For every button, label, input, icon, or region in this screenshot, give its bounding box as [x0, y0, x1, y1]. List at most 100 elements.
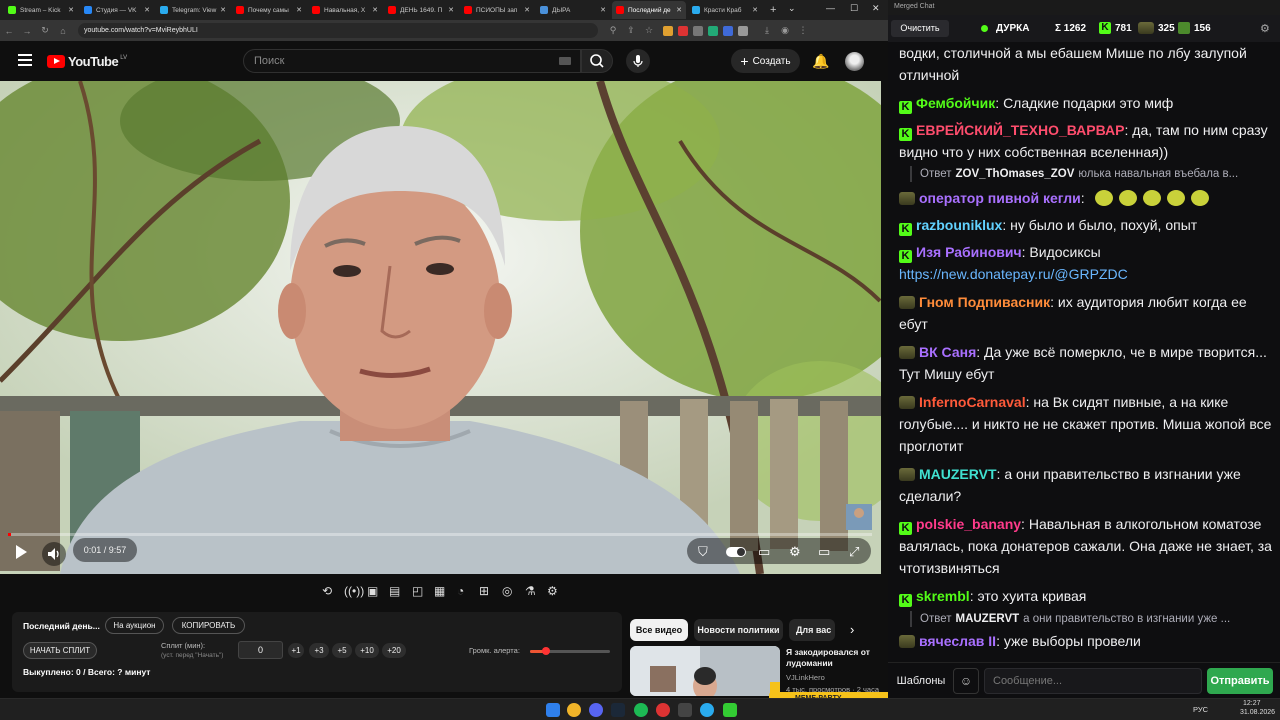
subtitles-icon[interactable]: ▭ [758, 544, 770, 560]
voice-search-button[interactable] [626, 49, 650, 73]
chip-all-videos[interactable]: Все видео [630, 619, 688, 641]
alert-volume-slider[interactable] [530, 647, 610, 655]
add-box-icon[interactable]: ⊞ [479, 584, 489, 598]
chip-for-you[interactable]: Для вас [789, 619, 835, 641]
extension-icon[interactable] [723, 25, 733, 36]
windows-start-icon[interactable] [546, 703, 560, 717]
chat-username[interactable]: ВК Саня [919, 344, 976, 360]
increment-button[interactable]: +20 [382, 643, 406, 658]
avatar[interactable] [845, 52, 864, 71]
browser-tab[interactable]: Последний де ✕ [612, 1, 686, 19]
bookmark-star-icon[interactable]: ☆ [640, 25, 658, 36]
crop-icon[interactable]: ◰ [412, 584, 423, 598]
chat-username[interactable]: polskie_banany [916, 516, 1021, 532]
search-button[interactable] [581, 49, 613, 73]
autoplay-toggle[interactable] [726, 547, 746, 557]
related-video-title[interactable]: Я закодировался от лудомании [786, 647, 876, 669]
shield-icon[interactable]: ⛉ [698, 544, 708, 560]
auction-button[interactable]: На аукцион [105, 617, 164, 634]
tab-close-icon[interactable]: ✕ [752, 6, 758, 14]
profile-icon[interactable]: ◉ [776, 25, 794, 36]
chat-link[interactable]: https://new.donatepay.ru/@GRPZDC [899, 266, 1128, 282]
keyboard-icon[interactable] [559, 57, 571, 65]
chevron-right-icon[interactable]: › [850, 622, 854, 637]
chip-politics-news[interactable]: Новости политики [694, 619, 783, 641]
screenshot-icon[interactable]: ▣ [367, 584, 378, 598]
close-window-icon[interactable]: ✕ [872, 3, 880, 14]
discord-icon[interactable] [589, 703, 603, 717]
film-icon[interactable]: ▦ [434, 584, 445, 598]
extension-icon[interactable] [738, 25, 748, 36]
tab-close-icon[interactable]: ✕ [372, 6, 378, 14]
chat-username[interactable]: Фембойчик [916, 95, 995, 111]
chat-message-input[interactable]: Сообщение... [984, 668, 1202, 694]
spotify-icon[interactable] [634, 703, 648, 717]
related-video-thumbnail[interactable] [630, 646, 780, 696]
increment-button[interactable]: +5 [332, 643, 352, 658]
minimize-icon[interactable]: — [826, 3, 835, 13]
youtube-logo[interactable]: YouTube LV [47, 54, 127, 69]
browser-tab[interactable]: Красти Краб ✕ [688, 1, 762, 19]
volume-knob[interactable] [542, 647, 550, 655]
increment-button[interactable]: +3 [309, 643, 329, 658]
back-icon[interactable]: ← [0, 26, 18, 36]
downloads-icon[interactable]: ⤓ [758, 25, 776, 36]
chat-username[interactable]: вячеслав II [919, 633, 996, 649]
chrome-icon[interactable] [567, 703, 581, 717]
settings-gear-icon[interactable]: ⚙ [1260, 22, 1270, 35]
chat-username[interactable]: skrembl [916, 588, 970, 604]
clapperboard-icon[interactable]: ▤ [389, 584, 400, 598]
browser-tab[interactable]: Stream – Kick ✕ [4, 1, 78, 19]
tab-close-icon[interactable]: ✕ [296, 6, 302, 14]
templates-button[interactable]: Шаблоны [891, 669, 951, 693]
extension-icon[interactable] [708, 25, 718, 36]
copy-button[interactable]: КОПИРОВАТЬ [172, 617, 245, 634]
tab-close-icon[interactable]: ✕ [676, 6, 682, 14]
related-video-channel[interactable]: VJLinkHero [786, 673, 825, 682]
notifications-bell-icon[interactable]: 🔔 [812, 53, 829, 70]
tab-close-icon[interactable]: ✕ [524, 6, 530, 14]
chat-username[interactable]: Гном Подпивасник [919, 294, 1050, 310]
language-indicator[interactable]: РУС [1193, 705, 1208, 714]
tab-close-icon[interactable]: ✕ [68, 6, 74, 14]
zoom-icon[interactable]: ⚲ [604, 25, 622, 36]
clock-time[interactable]: 12:27 [1243, 700, 1261, 707]
tab-close-icon[interactable]: ✕ [448, 6, 454, 14]
start-split-button[interactable]: НАЧАТЬ СПЛИТ [23, 642, 97, 659]
create-button[interactable]: + Создать [731, 49, 800, 73]
increment-button[interactable]: +1 [288, 643, 304, 658]
url-input[interactable]: youtube.com/watch?v=MviReybhULI [78, 23, 598, 38]
camera-icon[interactable]: ◎ [502, 584, 512, 598]
tab-search-icon[interactable]: ⌄ [788, 3, 796, 14]
speedometer-icon[interactable]: ◔ [457, 584, 464, 598]
tab-close-icon[interactable]: ✕ [600, 6, 606, 14]
flask-icon[interactable]: ⚗ [525, 584, 536, 598]
volume-button[interactable] [42, 542, 66, 566]
chat-username[interactable]: razbouniklux [916, 217, 1002, 233]
clock-date[interactable]: 31.08.2026 [1240, 709, 1275, 716]
browser-tab[interactable]: ПСИОПЫ зап ✕ [460, 1, 534, 19]
browser-tab[interactable]: Навальная, Х ✕ [308, 1, 382, 19]
share-icon[interactable]: ⇪ [622, 25, 640, 36]
chat-username[interactable]: InfernoCarnaval [919, 394, 1026, 410]
browser-tab[interactable]: ДЫРА ✕ [536, 1, 610, 19]
search-input[interactable]: Поиск [243, 49, 581, 73]
play-button[interactable] [10, 542, 34, 566]
send-button[interactable]: Отправить [1207, 668, 1273, 694]
emoji-picker-icon[interactable]: ☺ [953, 668, 979, 694]
video-player[interactable]: 0:01 / 9:57 ⛉ ▭ ⚙ ▭ ⤢ [0, 81, 881, 574]
browser-tab[interactable]: Telegram: View ✕ [156, 1, 230, 19]
chat-username[interactable]: ЕВРЕЙСКИЙ_ТЕХНО_ВАРВАР [916, 122, 1125, 138]
extension-icon[interactable] [693, 25, 703, 36]
telegram-icon[interactable] [700, 703, 714, 717]
new-tab-icon[interactable]: + [770, 4, 776, 16]
home-icon[interactable]: ⌂ [54, 26, 72, 36]
menu-dots-icon[interactable]: ⋮ [794, 25, 812, 36]
settings-gear-icon[interactable]: ⚙ [789, 544, 801, 560]
app-icon[interactable] [723, 703, 737, 717]
broadcast-icon[interactable]: ((•)) [344, 584, 364, 598]
reload-icon[interactable]: ↻ [36, 25, 54, 36]
settings-gear-icon[interactable]: ⚙ [547, 584, 558, 598]
app-icon[interactable] [656, 703, 670, 717]
chat-reply-quote[interactable]: Ответ ZOV_ThOmases_ZOV юлька навальная въе… [910, 166, 1270, 182]
